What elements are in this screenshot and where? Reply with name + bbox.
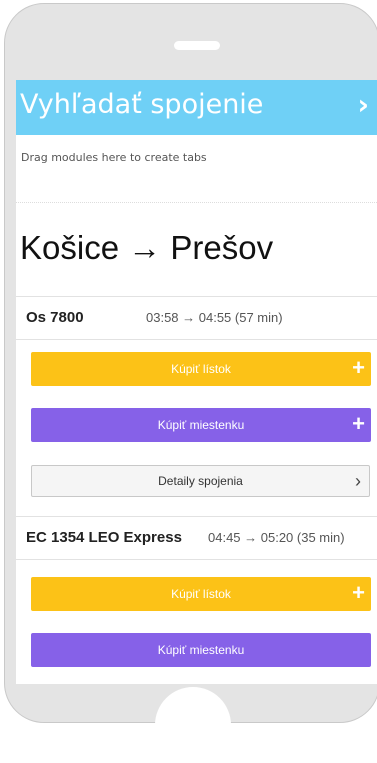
connection-row: Os 7800 03:58 → 04:55 (57 min): [16, 296, 377, 340]
plus-icon: +: [352, 355, 365, 380]
train-name: EC 1354 LEO Express: [26, 529, 182, 546]
connection-row: EC 1354 LEO Express 04:45 → 05:20 (35 mi…: [16, 516, 377, 560]
buy-seat-label: Kúpiť miestenku: [157, 643, 245, 657]
phone-frame: Vyhľadať spojenie › Drag modules here to…: [4, 3, 377, 763]
search-header[interactable]: Vyhľadať spojenie ›: [16, 80, 377, 135]
phone-speaker: [174, 41, 220, 50]
buy-ticket-button[interactable]: Kúpiť lístok +: [31, 577, 371, 611]
buy-ticket-label: Kúpiť lístok: [171, 587, 231, 601]
buy-seat-button[interactable]: Kúpiť miestenku +: [31, 408, 371, 442]
buy-ticket-label: Kúpiť lístok: [171, 362, 231, 376]
connection-time: 04:45 → 05:20 (35 min): [208, 530, 345, 545]
phone-home-button[interactable]: [155, 687, 231, 763]
chevron-right-icon: ›: [355, 471, 361, 491]
app-screen: Vyhľadať spojenie › Drag modules here to…: [16, 80, 377, 684]
divider: [16, 202, 377, 203]
details-label: Detaily spojenia: [158, 474, 243, 488]
train-name: Os 7800: [26, 309, 84, 326]
chevron-right-icon[interactable]: ›: [357, 88, 369, 121]
plus-icon: +: [352, 580, 365, 605]
buy-ticket-button[interactable]: Kúpiť lístok +: [31, 352, 371, 386]
route-title: Košice → Prešov: [20, 229, 274, 266]
buy-seat-label: Kúpiť miestenku: [157, 418, 245, 432]
header-title: Vyhľadať spojenie: [20, 89, 264, 120]
buy-seat-button[interactable]: Kúpiť miestenku: [31, 633, 371, 667]
connection-time: 03:58 → 04:55 (57 min): [146, 310, 283, 325]
plus-icon: +: [352, 411, 365, 436]
connection-details-button[interactable]: Detaily spojenia ›: [31, 465, 370, 497]
drag-modules-hint: Drag modules here to create tabs: [21, 151, 207, 164]
